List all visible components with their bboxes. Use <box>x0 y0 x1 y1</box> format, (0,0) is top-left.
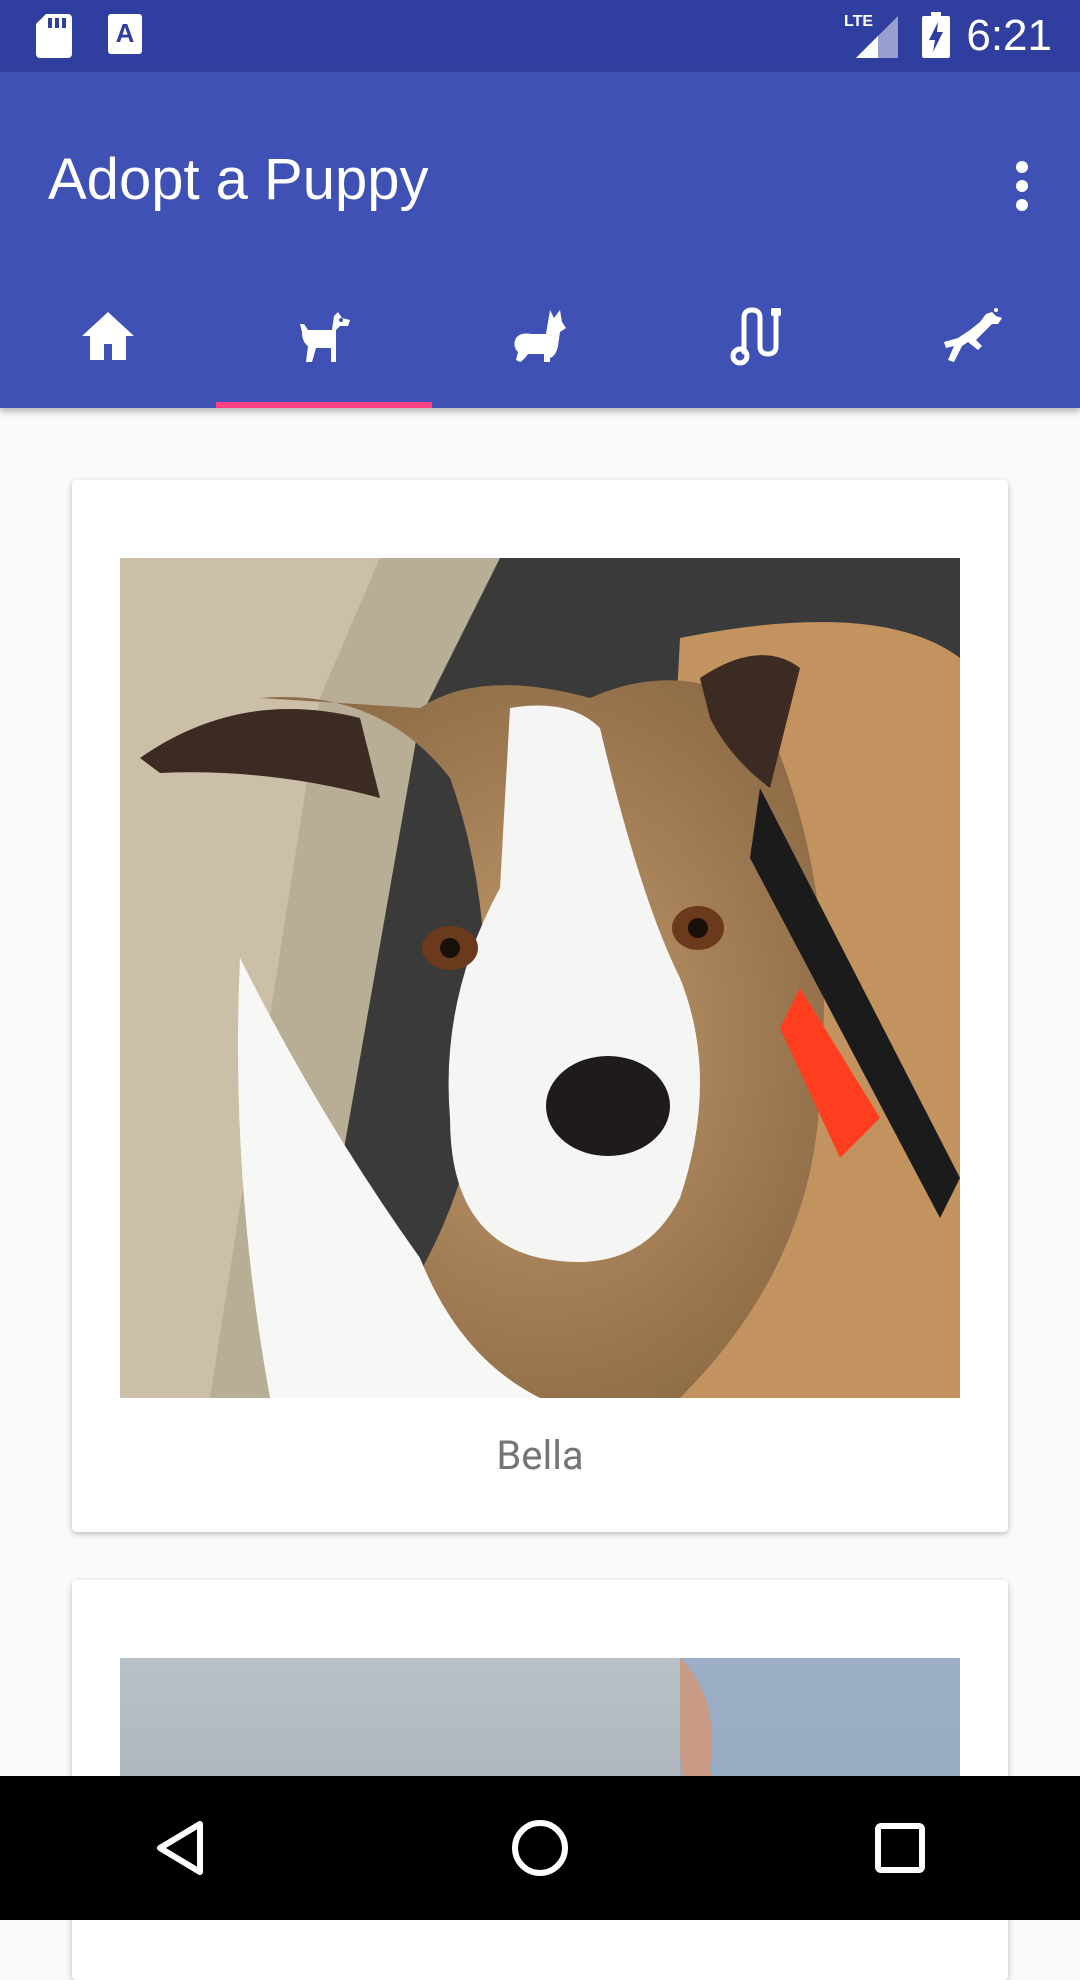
status-time: 6:21 <box>966 11 1052 60</box>
recents-icon <box>875 1823 925 1873</box>
dog-photo-bella <box>120 558 960 1398</box>
tab-corgi[interactable] <box>432 264 648 408</box>
sd-card-icon <box>36 14 72 62</box>
tab-leash[interactable] <box>648 264 864 408</box>
lte-label: LTE <box>844 13 873 30</box>
text-a-icon: A <box>108 14 142 58</box>
back-icon <box>157 1821 203 1875</box>
status-bar: A LTE 6:21 <box>0 0 1080 72</box>
system-nav-bar <box>0 1776 1080 1920</box>
puppy-card[interactable]: Bella <box>72 480 1008 1532</box>
home-icon <box>82 312 134 360</box>
home-button[interactable] <box>480 1788 600 1908</box>
running-dog-icon <box>944 308 1002 362</box>
tab-home[interactable] <box>0 264 216 408</box>
svg-text:A: A <box>116 18 135 48</box>
app-bar: Adopt a Puppy <box>0 72 1080 408</box>
page-title: Adopt a Puppy <box>48 147 429 212</box>
tab-running[interactable] <box>864 264 1080 408</box>
overflow-menu-button[interactable] <box>994 150 1050 222</box>
corgi-icon <box>514 310 566 362</box>
tab-dogs[interactable] <box>216 264 432 408</box>
dog-standing-icon <box>300 312 350 362</box>
home-circle-icon <box>512 1820 568 1876</box>
lte-signal-icon: LTE <box>842 12 898 62</box>
tab-bar <box>0 264 1080 408</box>
leash-icon <box>730 307 781 366</box>
more-vert-icon <box>1016 161 1028 211</box>
puppy-name: Bella <box>496 1432 584 1479</box>
recents-button[interactable] <box>840 1788 960 1908</box>
battery-charging-icon <box>922 12 950 62</box>
back-button[interactable] <box>120 1788 240 1908</box>
